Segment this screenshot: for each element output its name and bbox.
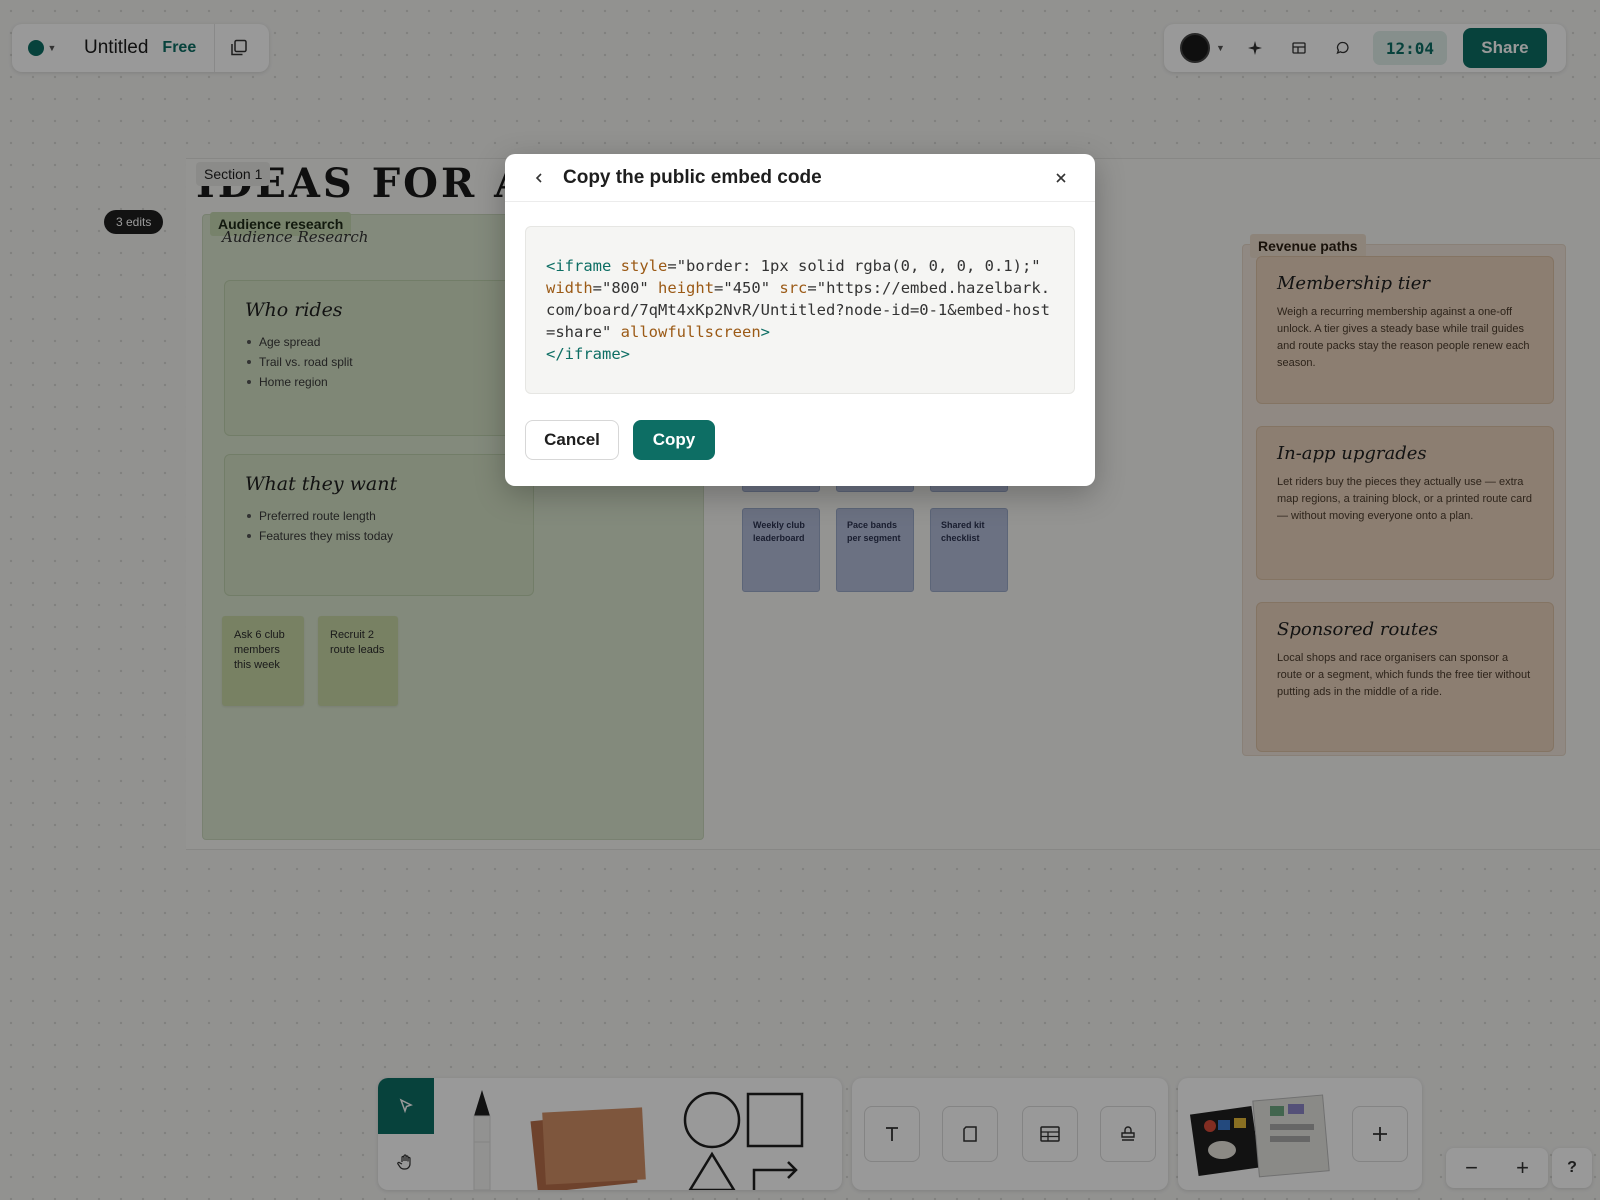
- code-attr: width: [546, 279, 593, 297]
- copy-button[interactable]: Copy: [633, 420, 715, 460]
- code-value: "border: 1px solid rgba(0, 0, 0, 0.1);": [676, 257, 1041, 275]
- code-equals: =: [667, 257, 677, 275]
- code-attr: style: [620, 257, 668, 275]
- code-tag-open: <iframe: [546, 257, 612, 275]
- embed-code-box[interactable]: <iframe style="border: 1px solid rgba(0,…: [525, 226, 1075, 394]
- code-value: "450": [723, 279, 771, 297]
- embed-code-dialog: Copy the public embed code <iframe style…: [505, 154, 1095, 486]
- dialog-header: Copy the public embed code: [505, 154, 1095, 202]
- close-icon: [1056, 173, 1066, 183]
- dialog-title: Copy the public embed code: [563, 166, 822, 188]
- code-attr: height: [658, 279, 715, 297]
- code-attr: src: [779, 279, 808, 297]
- dialog-actions: Cancel Copy: [525, 420, 715, 460]
- back-button[interactable]: [519, 158, 559, 198]
- code-equals: =: [807, 279, 817, 297]
- cancel-button[interactable]: Cancel: [525, 420, 619, 460]
- code-equals: =: [714, 279, 724, 297]
- code-value: "800": [602, 279, 649, 297]
- close-button[interactable]: [1041, 158, 1081, 198]
- code-attr: allowfullscreen: [620, 323, 761, 341]
- back-arrow-icon: [535, 172, 542, 183]
- code-equals: =: [592, 279, 603, 297]
- code-tag-close: </iframe>: [546, 345, 630, 363]
- code-tag-gt: >: [760, 323, 770, 341]
